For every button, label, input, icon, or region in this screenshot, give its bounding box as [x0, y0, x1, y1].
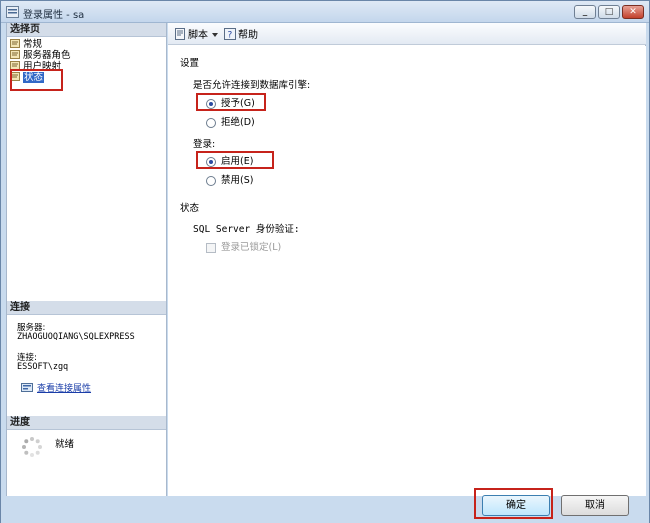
- server-value: ZHAOGUOQIANG\SQLEXPRESS: [17, 332, 135, 342]
- help-label: 帮助: [238, 30, 258, 41]
- progress-spinner-icon: [22, 437, 42, 457]
- page-icon: [10, 39, 20, 48]
- close-icon: ✕: [629, 7, 637, 17]
- sidebar-item-label: 常规: [23, 39, 43, 50]
- deny-radio[interactable]: [206, 118, 216, 128]
- script-dropdown-icon[interactable]: [212, 33, 218, 37]
- sidebar-item-label: 服务器角色: [23, 50, 71, 61]
- progress-header: 进度: [7, 416, 166, 430]
- connection-value: ESSOFT\zgq: [17, 362, 69, 372]
- cancel-button[interactable]: 取消: [561, 495, 629, 516]
- left-panel: 选择页 常规 服务器角色 用户映射 状态 连接 服务器: ZHAOGUOQIAN…: [6, 23, 167, 496]
- settings-section-label: 设置: [180, 58, 200, 69]
- connection-properties-icon: [21, 383, 33, 392]
- window-app-icon: [6, 6, 19, 18]
- main-panel: 脚本 ? 帮助 设置 是否允许连接到数据库引擎: 授予(G) 拒绝(D) 登录: …: [168, 23, 646, 496]
- page-icon: [10, 50, 20, 59]
- db-engine-question: 是否允许连接到数据库引擎:: [193, 80, 311, 91]
- title-bar: 登录属性 - sa _ □ ✕: [1, 1, 649, 23]
- script-button[interactable]: 脚本: [174, 28, 208, 42]
- view-connection-properties-link[interactable]: 查看连接属性: [21, 381, 91, 394]
- view-connection-properties-label: 查看连接属性: [37, 384, 92, 394]
- connection-header: 连接: [7, 301, 166, 315]
- maximize-icon: □: [604, 7, 614, 17]
- status-section-label: 状态: [180, 203, 200, 214]
- minimize-button[interactable]: _: [574, 5, 596, 19]
- sidebar-item-general[interactable]: 常规: [10, 39, 42, 50]
- svg-text:?: ?: [228, 31, 233, 41]
- close-button[interactable]: ✕: [622, 5, 644, 19]
- login-locked-label[interactable]: 登录已锁定(L): [221, 242, 281, 254]
- window-title: 登录属性 - sa: [23, 10, 85, 21]
- script-icon: [175, 28, 185, 40]
- status-page-content: 设置 是否允许连接到数据库引擎: 授予(G) 拒绝(D) 登录: 启用(E) 禁…: [168, 46, 646, 496]
- highlight-box-ok: [474, 488, 553, 519]
- minimize-icon: _: [582, 7, 588, 17]
- help-icon: ?: [224, 28, 236, 40]
- maximize-button[interactable]: □: [598, 5, 620, 19]
- highlight-box-status: [10, 69, 63, 91]
- script-label: 脚本: [188, 30, 208, 41]
- highlight-box-grant: [196, 93, 266, 111]
- highlight-box-enable: [196, 151, 274, 169]
- toolbar: 脚本 ? 帮助: [168, 23, 646, 45]
- disable-label[interactable]: 禁用(S): [221, 175, 253, 187]
- select-page-header: 选择页: [7, 23, 166, 37]
- sql-auth-label: SQL Server 身份验证:: [193, 224, 300, 235]
- help-button[interactable]: ? 帮助: [224, 28, 258, 42]
- login-locked-checkbox[interactable]: [206, 243, 216, 253]
- progress-status: 就绪: [55, 439, 75, 450]
- login-properties-window: 登录属性 - sa _ □ ✕ 选择页 常规 服务器角色 用户映射 状态 连接 …: [0, 0, 650, 523]
- deny-label[interactable]: 拒绝(D): [221, 117, 255, 129]
- sidebar-item-server-roles[interactable]: 服务器角色: [10, 50, 71, 61]
- login-label: 登录:: [193, 139, 216, 150]
- disable-radio[interactable]: [206, 176, 216, 186]
